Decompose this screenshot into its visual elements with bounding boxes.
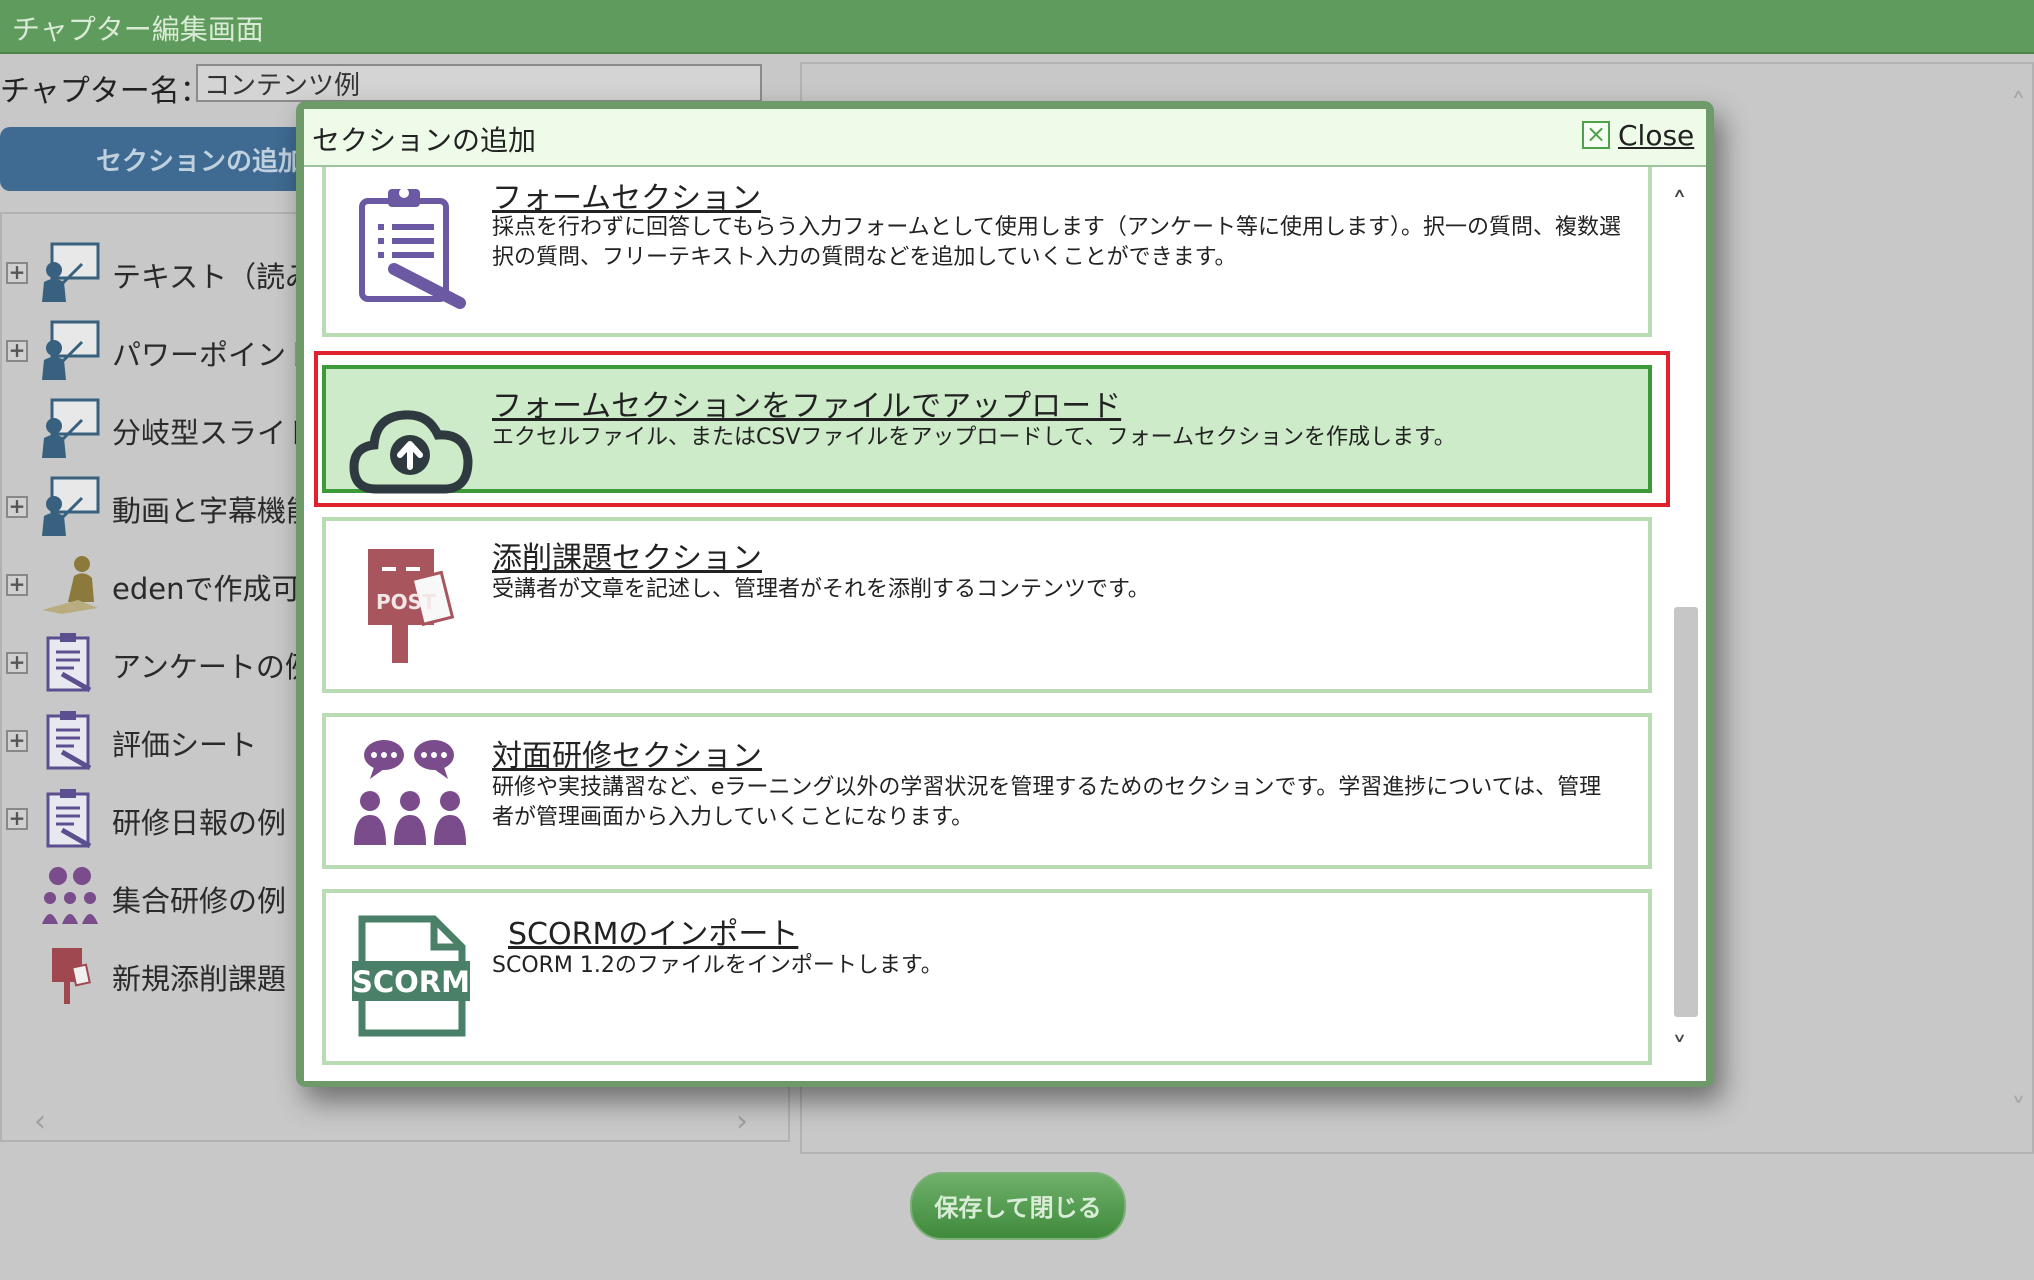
postbox-icon-text: POST xyxy=(376,590,436,614)
dialog-scrollbar[interactable]: ˄ ˅ xyxy=(1672,187,1700,1067)
presenter-icon xyxy=(42,476,100,536)
cloud-upload-icon xyxy=(349,410,473,494)
tree-item[interactable]: 集合研修の例 xyxy=(2,858,302,928)
dialog-body: フォームセクション 採点を行わずに回答してもらう入力フォームとして使用します（ア… xyxy=(304,167,1706,1081)
section-option-form-upload[interactable]: フォームセクションをファイルでアップロード エクセルファイル、またはCSVファイ… xyxy=(322,365,1652,494)
section-option-description: エクセルファイル、またはCSVファイルをアップロードして、フォームセクションを作… xyxy=(492,425,1456,450)
tree-item-label: 動画と字幕機能 xyxy=(112,494,316,528)
section-option-title[interactable]: SCORMのインポート xyxy=(508,909,798,953)
section-option-form[interactable]: フォームセクション 採点を行わずに回答してもらう入力フォームとして使用します（ア… xyxy=(322,167,1652,337)
scroll-left-arrow[interactable]: ‹ xyxy=(34,1104,46,1139)
tree-item-label: パワーポイント xyxy=(112,338,316,372)
section-option-scorm-import[interactable]: SCORM SCORMのインポート SCORM 1.2のファイルをインポートしま… xyxy=(322,889,1652,1065)
presenter-icon xyxy=(42,242,100,302)
tree-item-label: 評価シート xyxy=(112,728,258,762)
tree-item[interactable]: + 評価シート xyxy=(2,702,302,772)
save-and-close-button[interactable]: 保存して閉じる xyxy=(910,1172,1126,1240)
save-and-close-label: 保存して閉じる xyxy=(934,1194,1102,1222)
tree-item[interactable]: 新規添削課題 xyxy=(2,936,302,1006)
expand-icon[interactable]: + xyxy=(6,730,28,752)
section-option-correction[interactable]: POST 添削課題セクション 受講者が文章を記述し、管理者がそれを添削するコンテ… xyxy=(322,517,1652,693)
tree-item-label: 集合研修の例 xyxy=(112,884,287,918)
section-option-in-person-training[interactable]: 対面研修セクション 研修や実技講習など、eラーニング以外の学習状況を管理するため… xyxy=(322,713,1652,869)
add-section-button[interactable]: セクションの追加 xyxy=(0,127,304,191)
clipboard-icon xyxy=(46,789,92,849)
tree-item[interactable]: 分岐型スライド xyxy=(2,390,315,460)
section-option-description: 採点を行わずに回答してもらう入力フォームとして使用します（アンケート等に使用しま… xyxy=(492,215,1622,270)
section-option-title[interactable]: フォームセクションをファイルでアップロード xyxy=(492,381,1121,425)
section-option-title[interactable]: 対面研修セクション xyxy=(492,731,762,775)
scorm-icon-text: SCORM xyxy=(352,965,470,999)
tree-item[interactable]: + テキスト（読み xyxy=(2,234,314,304)
section-option-title[interactable]: フォームセクション xyxy=(492,173,761,217)
expand-icon[interactable]: + xyxy=(6,340,28,362)
expand-icon[interactable]: + xyxy=(6,574,28,596)
scorm-file-icon: SCORM xyxy=(352,915,470,1037)
section-option-description: 受講者が文章を記述し、管理者がそれを添削するコンテンツです。 xyxy=(492,577,1150,602)
tree-item[interactable]: + パワーポイント xyxy=(2,312,315,382)
section-option-title[interactable]: 添削課題セクション xyxy=(492,533,762,577)
postbox-icon: POST xyxy=(368,549,455,663)
tree-item-label: テキスト（読み xyxy=(112,260,315,294)
presenter-icon xyxy=(42,398,100,458)
tree-item[interactable]: + edenで作成可能 xyxy=(2,546,329,616)
chapter-name-label: チャプター名： xyxy=(0,74,210,109)
scrollbar-thumb[interactable] xyxy=(1674,607,1698,1017)
tree-item-label: 新規添削課題 xyxy=(112,962,287,996)
dialog-header: セクションの追加 × Close xyxy=(304,109,1706,167)
scroll-up-arrow[interactable]: ˄ xyxy=(1672,187,1687,222)
clipboard-icon xyxy=(46,711,92,771)
add-section-button-label: セクションの追加 xyxy=(96,147,305,177)
tree-item[interactable]: + 研修日報の例 xyxy=(2,780,302,850)
add-section-dialog: セクションの追加 × Close フォームセクション 採点を行わずに回答してもら… xyxy=(296,101,1714,1087)
clipboard-icon xyxy=(46,633,92,693)
expand-icon[interactable]: + xyxy=(6,652,28,674)
expand-icon[interactable]: + xyxy=(6,496,28,518)
writer-icon xyxy=(42,556,98,614)
window-title: チャプター編集画面 xyxy=(12,13,264,46)
tree-item-label: 分岐型スライド xyxy=(112,416,316,450)
close-label: Close xyxy=(1618,119,1695,152)
group-icon xyxy=(354,740,466,845)
window-titlebar: チャプター編集画面 xyxy=(0,0,2034,54)
section-option-description: SCORM 1.2のファイルをインポートします。 xyxy=(492,953,943,978)
scroll-down-arrow[interactable]: ˅ xyxy=(1672,1032,1687,1067)
chapter-name-input[interactable] xyxy=(196,64,762,102)
section-option-description: 研修や実技講習など、eラーニング以外の学習状況を管理するためのセクションです。学… xyxy=(492,775,1602,830)
tree-item-label: アンケートの例 xyxy=(112,650,314,684)
tree-item[interactable]: + アンケートの例 xyxy=(2,624,314,694)
close-icon: × xyxy=(1582,121,1610,149)
group-icon xyxy=(42,867,98,924)
scroll-down-arrow[interactable]: ˅ xyxy=(2011,1093,2026,1128)
dialog-title: セクションの追加 xyxy=(312,124,537,157)
tree-item-label: 研修日報の例 xyxy=(112,806,287,840)
clipboard-icon xyxy=(359,188,466,309)
expand-icon[interactable]: + xyxy=(6,808,28,830)
expand-icon[interactable]: + xyxy=(6,262,28,284)
tree-item[interactable]: + 動画と字幕機能 xyxy=(2,468,315,538)
postbox-icon xyxy=(52,948,91,1004)
scroll-right-arrow[interactable]: › xyxy=(736,1104,748,1139)
close-button[interactable]: × Close xyxy=(1582,119,1694,155)
scroll-up-arrow[interactable]: ˄ xyxy=(2011,88,2026,123)
presenter-icon xyxy=(42,320,100,380)
